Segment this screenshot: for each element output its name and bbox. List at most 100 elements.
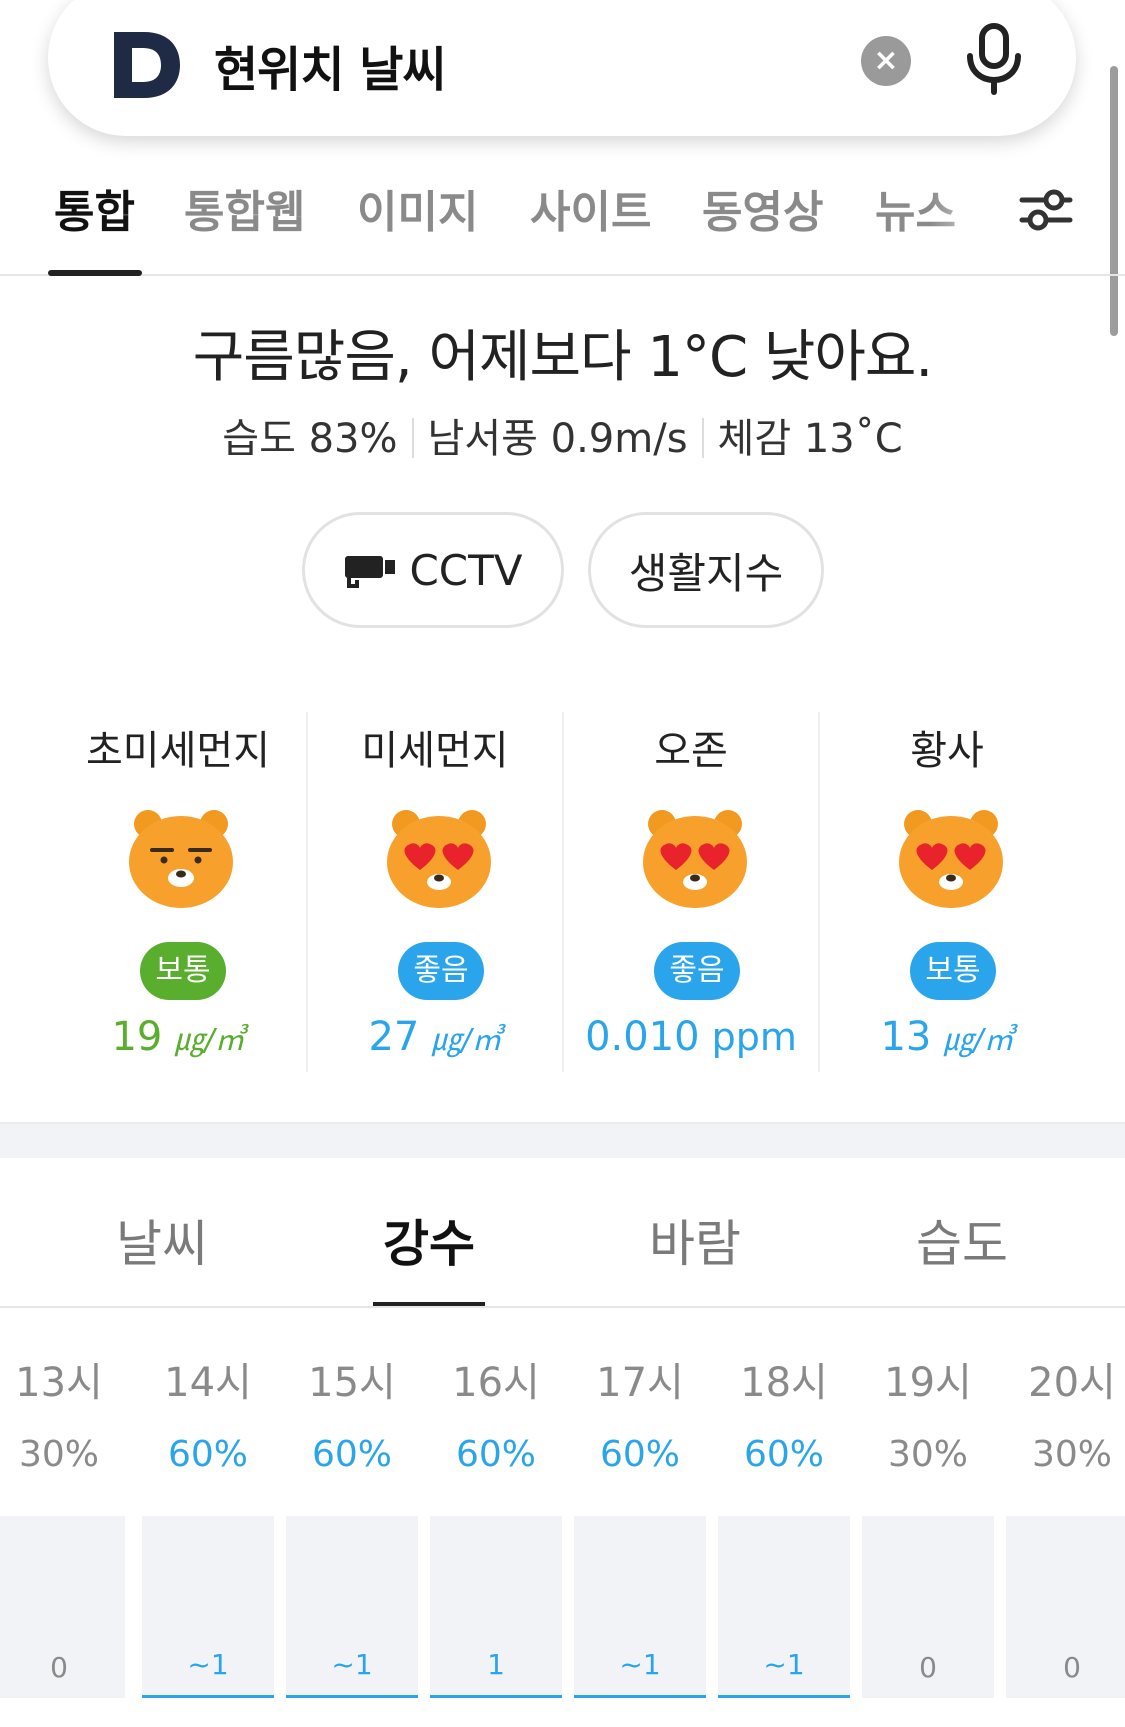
aq-unit: ppm [711, 1015, 797, 1059]
hour-column[interactable]: 18시 60% ~1 [718, 1350, 850, 1727]
aq-grade-badge: 좋음 [398, 942, 484, 1000]
tab-precipitation[interactable]: 강수 [289, 1204, 569, 1276]
hour-label: 18시 [740, 1360, 828, 1406]
heart-eyes-face-icon [643, 810, 747, 908]
aq-value: 0.010 ppm [564, 1014, 818, 1060]
aq-number: 27 [368, 1014, 420, 1060]
section-divider [0, 1122, 1125, 1158]
aq-number: 0.010 [585, 1014, 700, 1060]
tab-weather[interactable]: 날씨 [22, 1204, 302, 1276]
air-quality-item[interactable]: 미세먼지 좋음 27 ㎍/㎥ [306, 712, 562, 1072]
air-quality-item[interactable]: 초미세먼지 보통 19 ㎍/㎥ [50, 712, 306, 1072]
tab-integrated[interactable]: 통합 [54, 176, 135, 240]
aq-value: 13 ㎍/㎥ [820, 1014, 1074, 1060]
rain-amount-bar: 1 [430, 1516, 562, 1698]
rain-amount: ~1 [619, 1648, 661, 1681]
aq-title: 초미세먼지 [86, 728, 270, 774]
aq-title: 황사 [910, 728, 984, 774]
life-index-label: 생활지수 [628, 548, 784, 598]
hour-label: 19시 [884, 1360, 972, 1406]
cctv-button[interactable]: CCTV [302, 512, 564, 628]
aq-value: 19 ㎍/㎥ [50, 1014, 306, 1060]
rain-amount-bar: ~1 [286, 1516, 418, 1698]
rain-amount-bar: ~1 [718, 1516, 850, 1698]
hour-column[interactable]: 20시 30% 0 [1006, 1350, 1125, 1727]
hour-column[interactable]: 15시 60% ~1 [286, 1350, 418, 1727]
active-tab-indicator [48, 270, 142, 276]
air-quality-item[interactable]: 오존 좋음 0.010 ppm [562, 712, 818, 1072]
rain-probability: 60% [599, 1434, 680, 1475]
cctv-camera-icon [345, 556, 396, 588]
rain-amount: 1 [487, 1648, 505, 1681]
hour-label: 16시 [452, 1360, 540, 1406]
aq-title: 오존 [654, 728, 728, 774]
weather-headline: 구름많음, 어제보다 1°C 낮아요. [192, 325, 933, 390]
rain-amount-bar: ~1 [574, 1516, 706, 1698]
aq-unit: ㎍/㎥ [174, 1023, 245, 1058]
rain-amount-bar: ~1 [142, 1516, 274, 1698]
daum-logo [114, 32, 180, 98]
rain-probability: 60% [455, 1434, 536, 1475]
divider [701, 418, 704, 458]
page: 현위치 날씨 × 통합 통합웹 이미지 사이트 동영상 뉴스 구름많음, 어제보… [0, 0, 1125, 1727]
rain-amount: ~1 [763, 1648, 805, 1681]
hour-label: 17시 [596, 1360, 684, 1406]
search-input[interactable]: 현위치 날씨 [214, 30, 447, 100]
active-tab-indicator [373, 1302, 485, 1306]
hour-column[interactable]: 14시 60% ~1 [142, 1350, 274, 1727]
rain-amount: 0 [50, 1651, 68, 1684]
rain-amount: 0 [1063, 1651, 1081, 1684]
heart-eyes-face-icon [899, 810, 1003, 908]
tab-wind[interactable]: 바람 [555, 1204, 835, 1276]
heart-eyes-face-icon [387, 810, 491, 908]
rain-amount: ~1 [187, 1648, 229, 1681]
aq-number: 19 [111, 1014, 163, 1060]
humidity-text: 습도 83% [222, 416, 398, 462]
tab-videos[interactable]: 동영상 [702, 176, 823, 240]
rain-amount-bar: 0 [862, 1516, 994, 1698]
cctv-label: CCTV [409, 545, 523, 595]
aq-unit: ㎍/㎥ [943, 1023, 1014, 1058]
hour-column[interactable]: 16시 60% 1 [430, 1350, 562, 1727]
wind-text: 남서풍 0.9m/s [427, 416, 688, 462]
hour-label: 14시 [164, 1360, 252, 1406]
hour-column[interactable]: 19시 30% 0 [862, 1350, 994, 1727]
rain-amount-bar: 0 [1006, 1516, 1125, 1698]
tab-humidity[interactable]: 습도 [822, 1204, 1102, 1276]
rain-probability: 30% [18, 1434, 99, 1475]
rain-amount: ~1 [331, 1648, 373, 1681]
aq-number: 13 [880, 1014, 932, 1060]
search-nav-tabs: 통합 통합웹 이미지 사이트 동영상 뉴스 [0, 170, 1125, 276]
tab-images[interactable]: 이미지 [357, 176, 478, 240]
aq-title: 미세먼지 [361, 728, 509, 774]
air-quality-item[interactable]: 황사 보통 13 ㎍/㎥ [818, 712, 1074, 1072]
hour-label: 15시 [308, 1360, 396, 1406]
tab-integrated-web[interactable]: 통합웹 [184, 176, 305, 240]
microphone-icon[interactable] [962, 22, 1026, 96]
search-bar[interactable]: 현위치 날씨 × [48, 0, 1076, 136]
rain-probability: 60% [743, 1434, 824, 1475]
tab-sites[interactable]: 사이트 [530, 176, 651, 240]
aq-unit: ㎍/㎥ [431, 1023, 502, 1058]
rain-amount-bar: 0 [0, 1516, 125, 1698]
weather-tabs: 날씨 강수 바람 습도 [0, 1158, 1125, 1308]
hour-label: 20시 [1028, 1360, 1116, 1406]
feels-like-text: 체감 13˚C [717, 416, 903, 462]
life-index-button[interactable]: 생활지수 [588, 512, 824, 628]
hour-column[interactable]: 13시 30% 0 [0, 1350, 125, 1727]
hour-label: 13시 [15, 1360, 103, 1406]
rain-probability: 60% [167, 1434, 248, 1475]
clear-icon[interactable]: × [861, 36, 911, 86]
rain-probability: 30% [1031, 1434, 1112, 1475]
filter-settings-icon[interactable] [1018, 182, 1074, 238]
divider [411, 418, 414, 458]
aq-grade-badge: 보통 [140, 942, 226, 1000]
aq-grade-badge: 보통 [910, 942, 996, 1000]
hour-column[interactable]: 17시 60% ~1 [574, 1350, 706, 1727]
weather-stats: 습도 83% 남서풍 0.9m/s 체감 13˚C [0, 406, 1125, 464]
tab-fade [930, 170, 1010, 270]
rain-probability: 30% [887, 1434, 968, 1475]
air-quality-panel: 초미세먼지 보통 19 ㎍/㎥ 미세먼지 좋음 27 ㎍/㎥ 오존 좋음 0.0… [50, 712, 1074, 1072]
neutral-face-icon [129, 810, 233, 908]
hourly-precipitation: 13시 30% 0 14시 60% ~1 15시 60% ~1 16시 60% … [0, 1350, 1125, 1727]
